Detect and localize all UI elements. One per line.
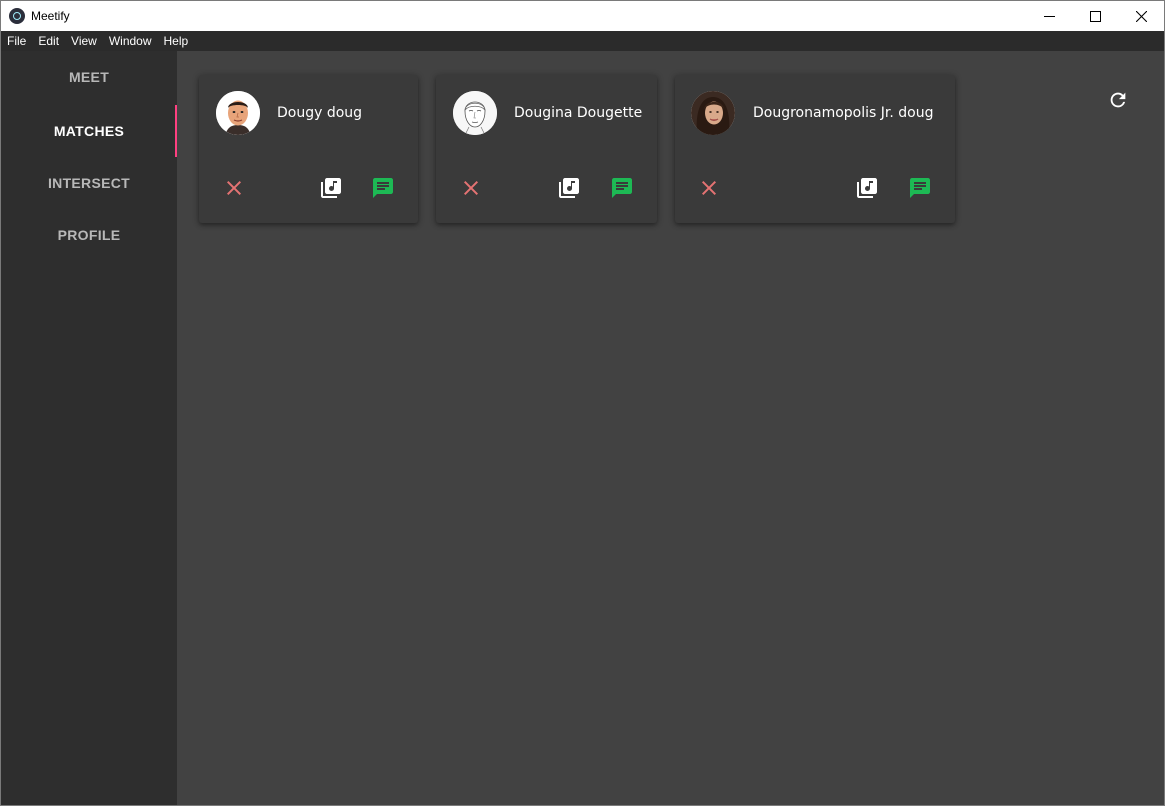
photo-woman-avatar[interactable] bbox=[691, 91, 735, 135]
cartoon-man-avatar[interactable] bbox=[216, 91, 260, 135]
remove-match-button[interactable] bbox=[458, 175, 484, 201]
nav-meet[interactable]: MEET bbox=[1, 51, 177, 103]
music-library-button[interactable] bbox=[556, 175, 582, 201]
close-x-icon bbox=[464, 181, 478, 195]
music-library-icon bbox=[321, 178, 341, 198]
close-x-icon bbox=[227, 181, 241, 195]
chat-message-icon bbox=[373, 178, 393, 198]
menu-help[interactable]: Help bbox=[158, 31, 195, 51]
close-button[interactable] bbox=[1118, 1, 1164, 31]
nav-matches[interactable]: MATCHES bbox=[1, 105, 177, 157]
sketch-face-avatar[interactable] bbox=[453, 91, 497, 135]
window-title: Meetify bbox=[31, 9, 70, 23]
menu-bar: File Edit View Window Help bbox=[1, 31, 1164, 51]
music-library-button[interactable] bbox=[854, 175, 880, 201]
match-name: Dougy doug bbox=[277, 105, 363, 121]
minimize-button[interactable] bbox=[1026, 1, 1072, 31]
refresh-button[interactable] bbox=[1107, 89, 1129, 111]
sidebar: MEET MATCHES INTERSECT PROFILE bbox=[1, 51, 177, 805]
nav-intersect[interactable]: INTERSECT bbox=[1, 157, 177, 209]
chat-message-icon bbox=[612, 178, 632, 198]
message-button[interactable] bbox=[907, 175, 933, 201]
maximize-icon bbox=[1089, 10, 1101, 22]
match-card: Dougy doug bbox=[199, 75, 418, 223]
menu-view[interactable]: View bbox=[65, 31, 103, 51]
match-name: Dougina Dougette bbox=[514, 105, 643, 121]
window-controls bbox=[1026, 1, 1164, 31]
music-library-icon bbox=[857, 178, 877, 198]
menu-file[interactable]: File bbox=[1, 31, 32, 51]
app-window: Meetify File Edit View Window Help MEET … bbox=[0, 0, 1165, 806]
menu-edit[interactable]: Edit bbox=[32, 31, 65, 51]
match-card: Dougina Dougette bbox=[436, 75, 657, 223]
nav-profile[interactable]: PROFILE bbox=[1, 209, 177, 261]
menu-window[interactable]: Window bbox=[103, 31, 158, 51]
matches-panel: Dougy doug Dougina Dougette Dougronamopo… bbox=[177, 51, 1164, 805]
music-library-button[interactable] bbox=[318, 175, 344, 201]
message-button[interactable] bbox=[370, 175, 396, 201]
refresh-icon bbox=[1110, 92, 1126, 108]
minimize-icon bbox=[1043, 15, 1055, 17]
music-library-icon bbox=[559, 178, 579, 198]
close-icon bbox=[1135, 10, 1147, 22]
remove-match-button[interactable] bbox=[696, 175, 722, 201]
maximize-button[interactable] bbox=[1072, 1, 1118, 31]
close-x-icon bbox=[702, 181, 716, 195]
match-card: Dougronamopolis Jr. doug bbox=[675, 75, 955, 223]
app-logo-icon bbox=[9, 8, 25, 24]
chat-message-icon bbox=[910, 178, 930, 198]
title-bar: Meetify bbox=[1, 1, 1164, 31]
message-button[interactable] bbox=[609, 175, 635, 201]
remove-match-button[interactable] bbox=[221, 175, 247, 201]
match-name: Dougronamopolis Jr. doug bbox=[753, 105, 934, 121]
